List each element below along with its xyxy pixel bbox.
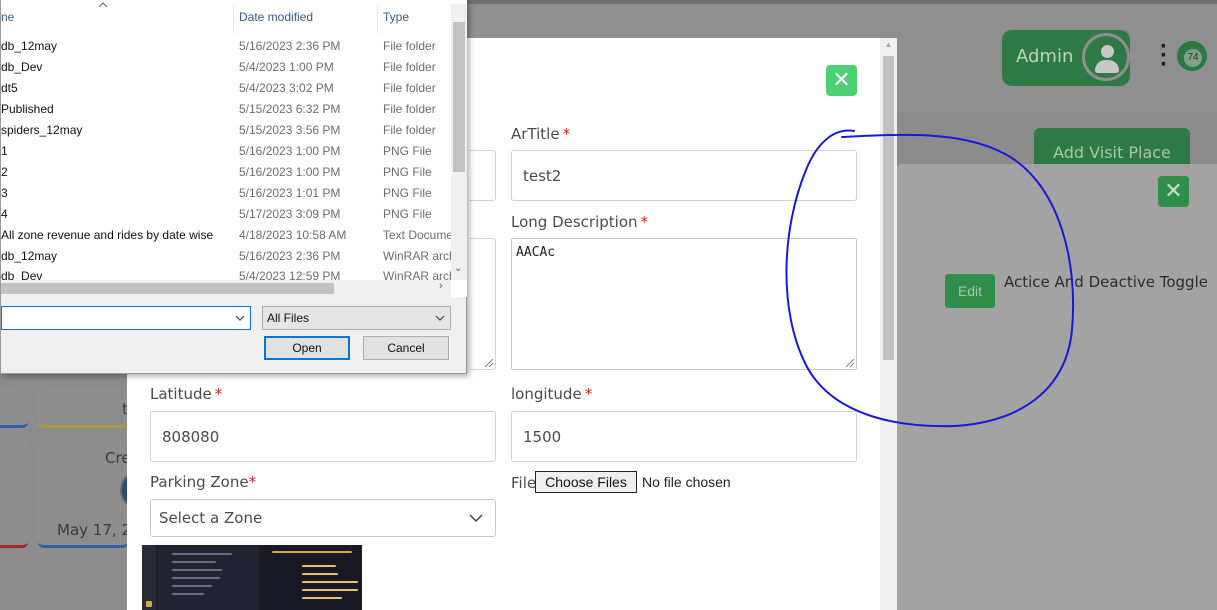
artitle-input[interactable]: test2 [511, 150, 857, 201]
column-header-type[interactable]: Type [383, 0, 409, 33]
longitude-input[interactable]: 1500 [511, 411, 857, 462]
choose-files-button[interactable]: Choose Files [535, 471, 637, 493]
admin-label: Admin [1016, 46, 1074, 67]
description-field[interactable] [470, 238, 496, 370]
file-type-select[interactable]: All Files [262, 306, 451, 330]
image-preview [142, 545, 362, 610]
file-name-input[interactable] [1, 306, 251, 330]
file-status: No file chosen [642, 474, 731, 490]
column-header-date[interactable]: Date modified [239, 0, 313, 33]
file-row[interactable]: 4 5/17/2023 3:09 PM PNG File [1, 204, 451, 225]
file-row[interactable]: Published 5/15/2023 6:32 PM File folder [1, 99, 451, 120]
latitude-label: Latitude * [150, 385, 223, 403]
scroll-right-icon[interactable]: › [439, 280, 449, 294]
panel-close-button[interactable]: ✕ [1158, 176, 1189, 207]
stat-card [0, 440, 28, 548]
latitude-input[interactable]: 808080 [150, 411, 496, 462]
file-row[interactable]: 1 5/16/2023 1:00 PM PNG File [1, 141, 451, 162]
scrollbar-thumb[interactable] [453, 22, 465, 172]
cancel-button[interactable]: Cancel [363, 336, 449, 360]
file-row[interactable]: dt5 5/4/2023 3:02 PM File folder [1, 78, 451, 99]
more-options-icon[interactable]: · · · [1160, 35, 1170, 77]
modal-close-button[interactable]: ✕ [826, 65, 857, 96]
file-row[interactable]: db_Dev 5/4/2023 12:59 PM WinRAR arch [1, 266, 451, 280]
file-row[interactable]: db_12may 5/16/2023 2:36 PM WinRAR arch [1, 246, 451, 267]
sort-up-icon [98, 2, 108, 8]
file-list-horizontal-scrollbar[interactable]: › [1, 280, 451, 297]
file-row[interactable]: db_12may 5/16/2023 2:36 PM File folder [1, 36, 451, 57]
stat-card [38, 390, 128, 428]
chevron-down-icon[interactable] [234, 312, 246, 324]
file-row[interactable]: db_Dev 5/4/2023 1:00 PM File folder [1, 57, 451, 78]
open-button[interactable]: Open [264, 336, 350, 360]
chevron-down-icon [469, 514, 483, 523]
stat-card [0, 390, 28, 428]
title-field[interactable] [470, 150, 496, 201]
resize-grip-icon[interactable] [846, 359, 854, 367]
long-description-label: Long Description * [511, 213, 648, 231]
file-type-value: All Files [267, 311, 310, 325]
scroll-up-icon[interactable]: ▲ [883, 40, 894, 52]
modal-scrollbar-thumb[interactable] [883, 56, 894, 360]
parking-zone-placeholder: Select a Zone [159, 509, 263, 527]
file-row[interactable]: All zone revenue and rides by date wise 4… [1, 225, 451, 246]
edit-button[interactable]: Edit [945, 274, 995, 308]
notification-icon[interactable]: 74 [1174, 38, 1210, 74]
user-avatar-icon[interactable] [1082, 33, 1130, 81]
longitude-label: longitude * [511, 385, 593, 403]
notification-count: 74 [1184, 49, 1202, 67]
file-open-dialog: ne Date modified Type db_12may 5/16/2023 … [0, 0, 467, 374]
file-list: ne Date modified Type db_12may 5/16/2023 … [1, 0, 467, 297]
file-row[interactable]: spiders_12may 5/15/2023 3:56 PM File folde… [1, 120, 451, 141]
artitle-label: ArTitle * [511, 125, 571, 143]
long-description-value: AACAc [516, 245, 556, 260]
file-row[interactable]: 3 5/16/2023 1:01 PM PNG File [1, 183, 451, 204]
file-list-vertical-scrollbar[interactable]: ⌄ [451, 4, 467, 280]
scrollbar-thumb[interactable] [1, 283, 334, 294]
background-panel [896, 164, 1217, 610]
scroll-down-icon[interactable]: ⌄ [454, 263, 464, 274]
toggle-label: Actice And Deactive Toggle [1004, 273, 1208, 291]
resize-grip-icon[interactable] [485, 359, 493, 367]
file-row[interactable]: 2 5/16/2023 1:00 PM PNG File [1, 162, 451, 183]
column-header-name[interactable]: ne [1, 0, 14, 33]
long-description-textarea[interactable]: AACAc [511, 238, 857, 370]
file-label: File [511, 474, 537, 492]
chevron-down-icon [435, 315, 445, 321]
parking-zone-select[interactable]: Select a Zone [150, 499, 496, 537]
parking-zone-label: Parking Zone* [150, 473, 257, 491]
